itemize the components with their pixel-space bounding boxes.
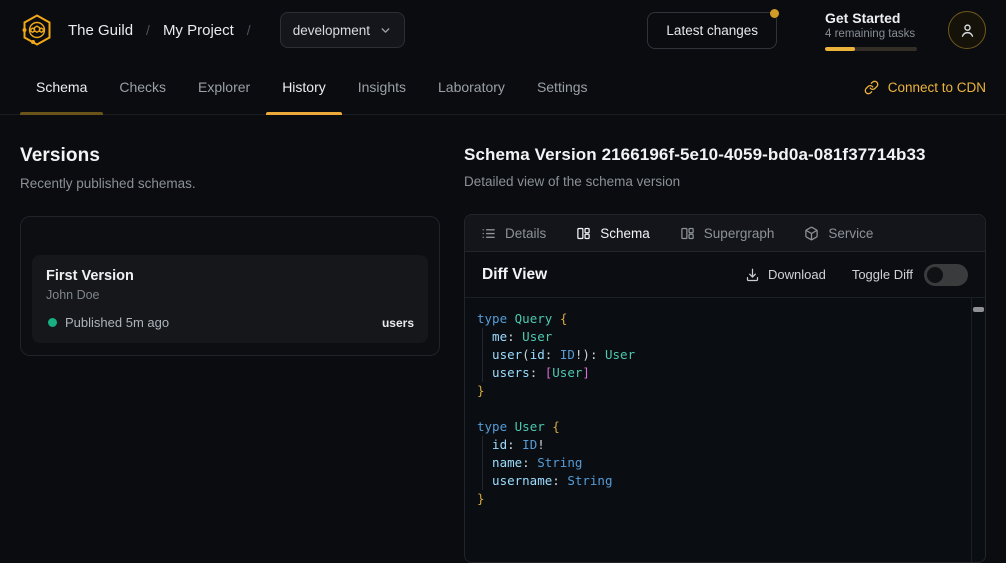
detail-tab-label: Supergraph — [704, 226, 775, 241]
latest-changes-label: Latest changes — [666, 23, 758, 38]
top-header: The Guild / My Project / development Lat… — [0, 0, 1006, 60]
code-line: } — [477, 382, 965, 400]
versions-column: Versions Recently published schemas. Fir… — [20, 145, 440, 563]
diff-toolbar: Diff View Download T — [465, 252, 985, 298]
indent-guide — [482, 436, 483, 490]
versions-list-card: First Version John Doe Published 5m ago … — [20, 216, 440, 356]
detail-tab-supergraph[interactable]: Supergraph — [680, 226, 775, 241]
code-line: type Query { — [477, 310, 965, 328]
version-detail-subtitle: Detailed view of the schema version — [464, 174, 986, 189]
code-line: type User { — [477, 418, 965, 436]
detail-tab-label: Service — [828, 226, 873, 241]
toggle-knob — [927, 267, 943, 283]
person-icon — [959, 22, 976, 39]
diff-view-title: Diff View — [482, 266, 547, 284]
version-list-item[interactable]: First Version John Doe Published 5m ago … — [32, 255, 428, 343]
detail-tab-schema[interactable]: Schema — [576, 226, 650, 241]
toggle-diff-switch[interactable] — [924, 264, 968, 286]
toggle-diff-group: Toggle Diff — [852, 264, 968, 286]
version-detail-panel: Details Schema — [464, 214, 986, 563]
target-dropdown-value: development — [293, 23, 370, 38]
version-author: John Doe — [46, 288, 414, 302]
version-status-row: Published 5m ago users — [46, 315, 414, 330]
detail-tab-label: Schema — [600, 226, 650, 241]
nav-tab-settings[interactable]: Settings — [521, 60, 604, 114]
list-icon — [481, 226, 496, 241]
versions-subtitle: Recently published schemas. — [20, 176, 440, 191]
code-content: type Query { me: User user(id: ID!): Use… — [465, 298, 985, 508]
breadcrumb-separator: / — [247, 22, 251, 38]
notification-dot — [770, 9, 779, 18]
get-started-subtitle: 4 remaining tasks — [825, 28, 920, 40]
breadcrumb-project[interactable]: My Project — [163, 22, 234, 39]
columns-icon — [576, 226, 591, 241]
nav-tab-checks[interactable]: Checks — [103, 60, 182, 114]
download-label: Download — [768, 267, 826, 282]
code-line: user(id: ID!): User — [477, 346, 965, 364]
target-dropdown[interactable]: development — [280, 12, 405, 48]
version-detail-title: Schema Version 2166196f-5e10-4059-bd0a-0… — [464, 145, 986, 165]
connect-cdn-label: Connect to CDN — [888, 80, 986, 95]
schema-code-editor[interactable]: type Query { me: User user(id: ID!): Use… — [465, 298, 985, 562]
link-icon — [864, 80, 879, 95]
get-started-progress-track — [825, 47, 917, 51]
latest-changes-button[interactable]: Latest changes — [647, 12, 777, 49]
nav-tab-explorer[interactable]: Explorer — [182, 60, 266, 114]
code-line: id: ID! — [477, 436, 965, 454]
download-icon — [745, 267, 760, 282]
download-button[interactable]: Download — [745, 267, 826, 282]
nav-tab-laboratory[interactable]: Laboratory — [422, 60, 521, 114]
version-detail-column: Schema Version 2166196f-5e10-4059-bd0a-0… — [464, 145, 986, 563]
nav-tab-insights[interactable]: Insights — [342, 60, 422, 114]
versions-title: Versions — [20, 145, 440, 167]
toggle-diff-label: Toggle Diff — [852, 267, 913, 282]
cube-icon — [804, 226, 819, 241]
code-line: } — [477, 490, 965, 508]
code-line: users: [User] — [477, 364, 965, 382]
nav-tab-history[interactable]: History — [266, 60, 342, 114]
connect-to-cdn-button[interactable]: Connect to CDN — [864, 60, 986, 114]
nav-tab-schema[interactable]: Schema — [20, 60, 103, 114]
published-status-dot — [48, 318, 57, 327]
code-line: username: String — [477, 472, 965, 490]
primary-nav: Schema Checks Explorer History Insights … — [0, 60, 1006, 115]
service-badge: users — [382, 316, 414, 330]
guild-honeycomb-logo-icon[interactable] — [20, 13, 54, 47]
detail-tab-service[interactable]: Service — [804, 226, 873, 241]
version-status: Published 5m ago — [65, 315, 169, 330]
get-started-title: Get Started — [825, 10, 920, 26]
chevron-down-icon — [379, 24, 392, 37]
code-line — [477, 400, 965, 418]
detail-tabs: Details Schema — [465, 215, 985, 252]
code-line: name: String — [477, 454, 965, 472]
columns-icon — [680, 226, 695, 241]
editor-scrollbar[interactable] — [971, 298, 985, 562]
app-root: The Guild / My Project / development Lat… — [0, 0, 1006, 563]
breadcrumb-org[interactable]: The Guild — [68, 22, 133, 39]
code-line: me: User — [477, 328, 965, 346]
diff-actions: Download Toggle Diff — [745, 264, 968, 286]
version-name: First Version — [46, 268, 414, 284]
scrollbar-thumb[interactable] — [973, 307, 984, 312]
detail-tab-label: Details — [505, 226, 546, 241]
progress-fill — [825, 47, 855, 51]
indent-guide — [482, 328, 483, 382]
get-started-widget[interactable]: Get Started 4 remaining tasks — [825, 10, 920, 51]
breadcrumb-separator: / — [146, 22, 150, 38]
user-avatar[interactable] — [948, 11, 986, 49]
main-content: Versions Recently published schemas. Fir… — [0, 115, 1006, 563]
detail-tab-details[interactable]: Details — [481, 226, 546, 241]
